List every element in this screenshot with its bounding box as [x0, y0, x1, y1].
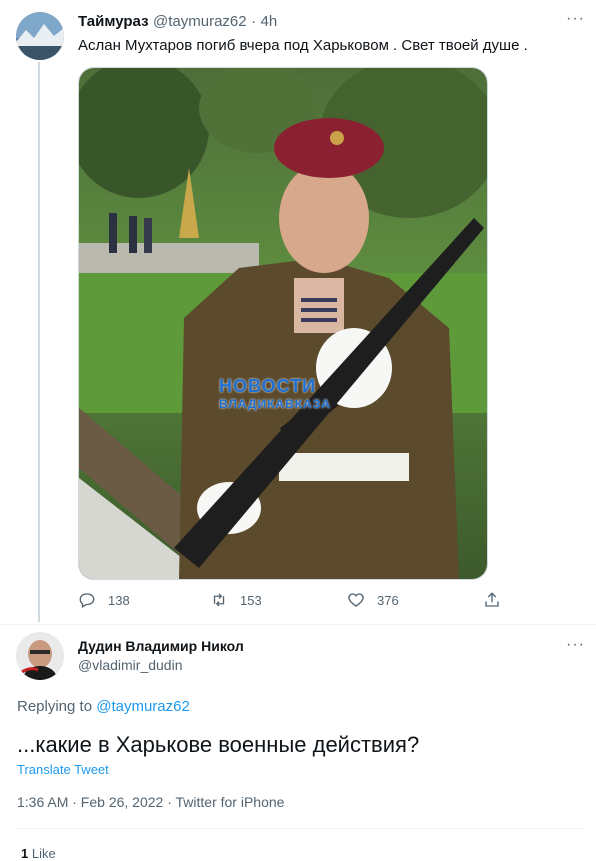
- reply-icon: [79, 593, 95, 608]
- reply-count: 138: [108, 592, 130, 608]
- reply-button[interactable]: 138: [78, 591, 130, 609]
- share-icon: [485, 592, 499, 607]
- like-icon: [348, 593, 364, 607]
- display-name[interactable]: Таймураз: [78, 13, 149, 30]
- more-icon[interactable]: ···: [566, 10, 585, 28]
- replying-to: Replying to @taymuraz62: [17, 698, 190, 715]
- avatar-taymuraz[interactable]: [16, 12, 64, 60]
- divider: [0, 624, 596, 625]
- thread-line: [38, 62, 40, 622]
- reply-handle[interactable]: @vladimir_dudin: [78, 657, 182, 673]
- like-count: 376: [377, 592, 399, 608]
- replying-prefix: Replying to: [17, 698, 93, 715]
- separator: ·: [251, 13, 257, 30]
- divider-stats: [17, 828, 583, 829]
- avatar-dudin[interactable]: [16, 632, 64, 680]
- tweet-header: Таймураз @taymuraz62 · 4h: [78, 13, 277, 31]
- retweet-button[interactable]: 153: [210, 591, 262, 609]
- share-button[interactable]: [483, 591, 501, 609]
- reply-timestamp[interactable]: 1:36 AM · Feb 26, 2022 · Twitter for iPh…: [17, 794, 284, 810]
- like-button[interactable]: 376: [347, 591, 399, 609]
- reply-more-icon[interactable]: ···: [566, 636, 585, 654]
- tweet-time[interactable]: 4h: [261, 13, 278, 30]
- handle[interactable]: @taymuraz62: [153, 13, 247, 30]
- reply-text: ...какие в Харькове военные действия?: [17, 732, 420, 757]
- retweet-icon: [213, 593, 225, 607]
- tweet-text: Аслан Мухтаров погиб вчера под Харьковом…: [78, 37, 528, 54]
- reply-display-name[interactable]: Дудин Владимир Никол: [78, 638, 244, 654]
- tweet-photo[interactable]: НОВОСТИ ВЛАДИКАВКАЗА: [78, 67, 488, 580]
- watermark: НОВОСТИ ВЛАДИКАВКАЗА: [219, 376, 331, 411]
- retweet-count: 153: [240, 592, 262, 608]
- watermark-line2: ВЛАДИКАВКАЗА: [219, 397, 331, 411]
- replying-handle-link[interactable]: @taymuraz62: [96, 698, 190, 715]
- translate-tweet-link[interactable]: Translate Tweet: [17, 762, 109, 777]
- watermark-line1: НОВОСТИ: [219, 376, 317, 396]
